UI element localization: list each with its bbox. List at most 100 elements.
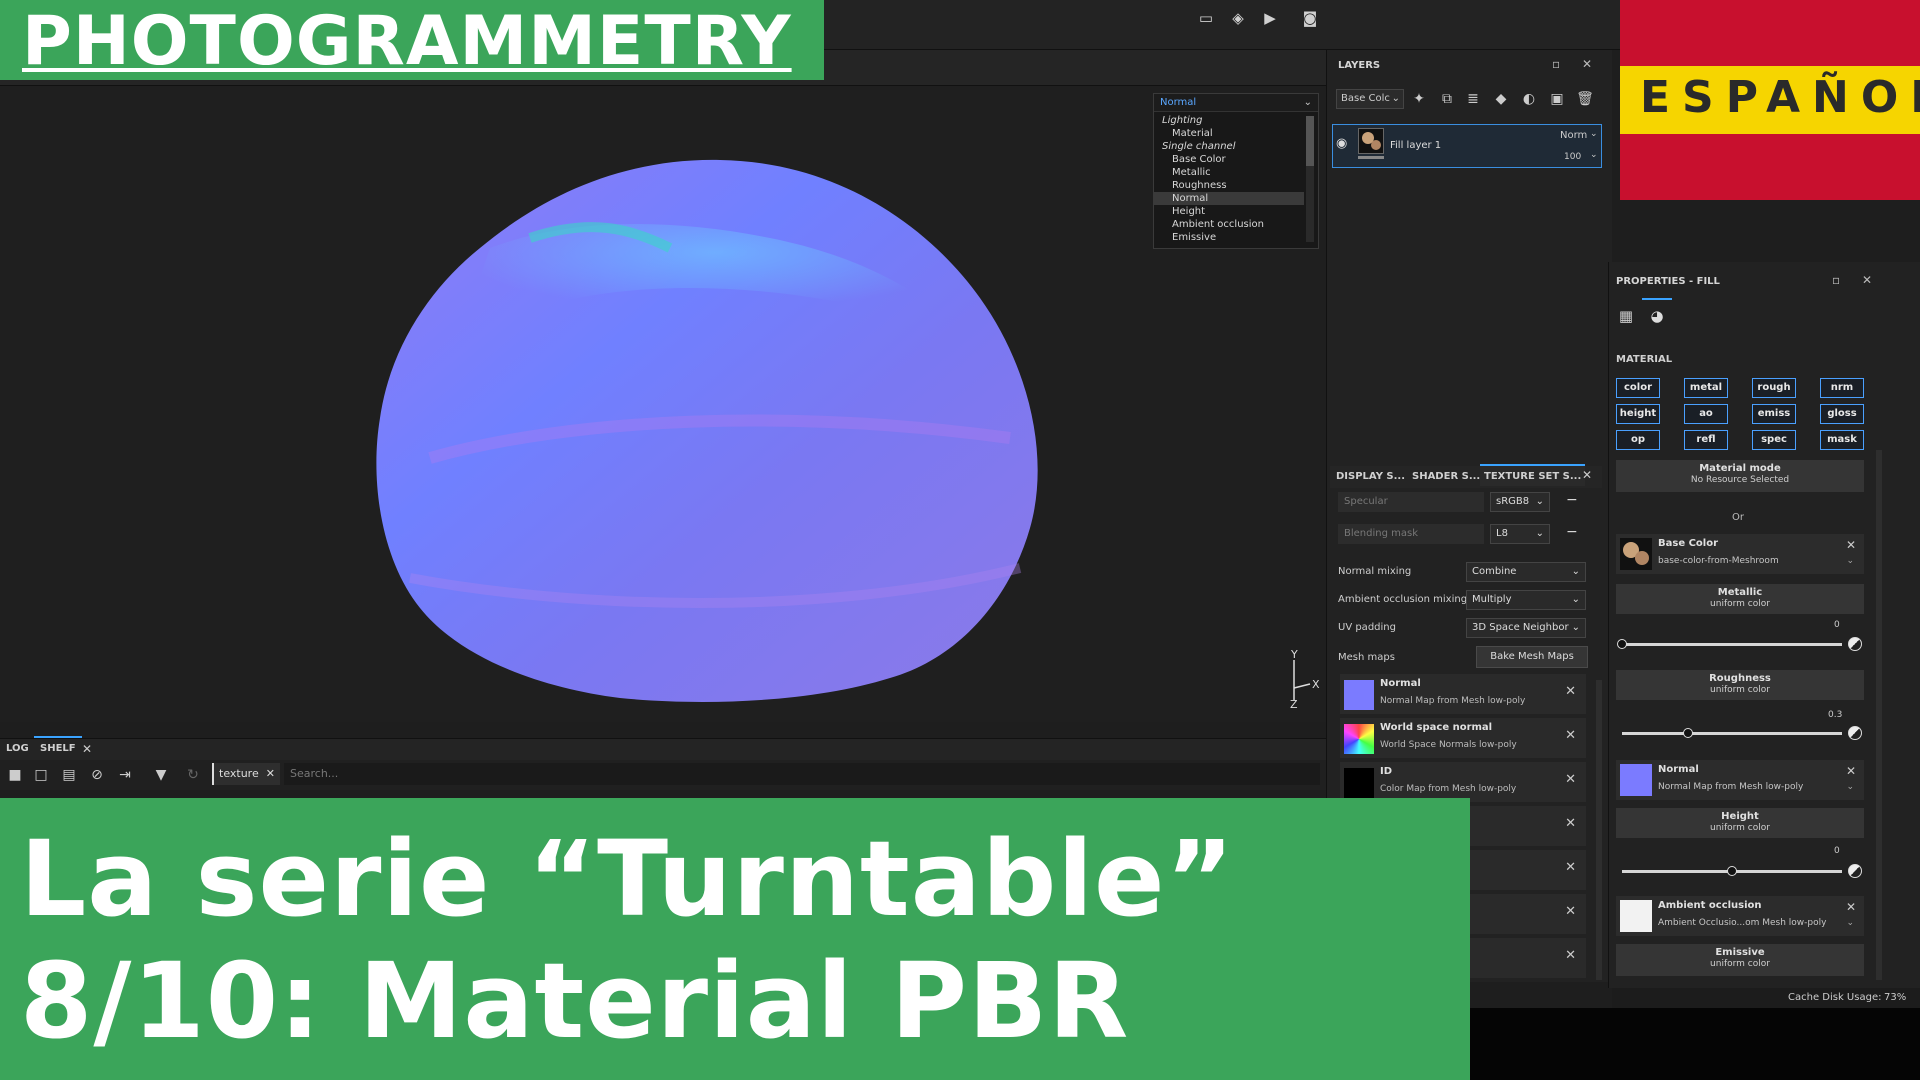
metallic-slider-handle[interactable] (1617, 639, 1627, 649)
properties-settings-icon[interactable]: ▦ (1612, 300, 1640, 332)
layer-opacity[interactable]: 100 (1564, 152, 1581, 162)
roughness-card[interactable]: Roughness uniform color (1616, 670, 1864, 700)
ao-resource[interactable]: Ambient occlusion Ambient Occlusio...om … (1616, 896, 1864, 936)
screenshot-camera-icon[interactable]: ◙ (1296, 6, 1324, 30)
close-icon[interactable]: ✕ (82, 738, 92, 760)
material-channel-emiss-button[interactable]: emiss (1752, 404, 1796, 424)
trash-icon[interactable]: 🗑 (1574, 89, 1596, 109)
close-icon[interactable]: ✕ (1582, 468, 1592, 482)
add-layer-icon[interactable]: ≣ (1462, 89, 1484, 109)
close-icon[interactable]: ✕ (1565, 948, 1576, 963)
magic-wand-icon[interactable]: ✦ (1408, 89, 1430, 109)
shelf-search-input[interactable]: Search... (284, 763, 1320, 785)
channel-option[interactable]: Normal (1154, 192, 1304, 205)
import-icon[interactable]: ⇥ (114, 764, 136, 786)
chevron-down-icon[interactable]: ⌄ (1846, 918, 1854, 928)
height-slider-handle[interactable] (1727, 866, 1737, 876)
channel-option[interactable]: Base Color (1154, 153, 1304, 166)
layer-channel-select[interactable]: Base Colc ⌄ (1336, 89, 1404, 109)
material-channel-ao-button[interactable]: ao (1684, 404, 1728, 424)
close-icon[interactable]: ✕ (1582, 57, 1592, 71)
viewport-channel-panel[interactable]: Normal ⌄ Lighting Material Single channel B… (1153, 93, 1319, 249)
metallic-card[interactable]: Metallic uniform color (1616, 584, 1864, 614)
tab-log[interactable]: LOG (6, 738, 29, 760)
channel-option[interactable]: Material (1154, 127, 1304, 140)
base-color-resource[interactable]: Base Color base-color-from-Meshroom ✕ ⌄ (1616, 534, 1864, 574)
close-icon[interactable]: ✕ (1565, 816, 1576, 831)
mask-icon[interactable]: ◐ (1518, 89, 1540, 109)
texture-set-scrollbar[interactable] (1596, 680, 1602, 980)
tab-shelf[interactable]: SHELF (34, 736, 82, 758)
close-icon[interactable]: ✕ (266, 763, 275, 785)
remove-channel-button[interactable]: − (1566, 524, 1578, 540)
mesh-map-card[interactable]: World space normal World Space Normals lo… (1340, 718, 1586, 758)
close-icon[interactable]: ✕ (1846, 764, 1856, 778)
color-picker-icon[interactable] (1848, 637, 1862, 651)
filter-chip[interactable]: texture ✕ (212, 763, 280, 785)
layer-blend-mode[interactable]: Norm (1560, 130, 1587, 141)
layer-name[interactable]: Fill layer 1 (1390, 140, 1441, 151)
emissive-card[interactable]: Emissive uniform color (1616, 944, 1864, 976)
uv-padding-select[interactable]: 3D Space Neighbor ⌄ (1466, 618, 1586, 638)
channel-option[interactable]: Roughness (1154, 179, 1304, 192)
chevron-down-icon[interactable]: ⌄ (1846, 556, 1854, 566)
filter-icon[interactable]: ▼ (150, 764, 172, 786)
material-channel-spec-button[interactable]: spec (1752, 430, 1796, 450)
close-icon[interactable]: ✕ (1565, 904, 1576, 919)
material-channel-gloss-button[interactable]: gloss (1820, 404, 1864, 424)
properties-scrollbar[interactable] (1876, 450, 1882, 980)
roughness-slider[interactable] (1622, 732, 1842, 735)
material-sphere-icon[interactable]: ◕ (1642, 298, 1672, 332)
chevron-down-icon[interactable]: ⌄ (1846, 782, 1854, 792)
channel-option[interactable]: Metallic (1154, 166, 1304, 179)
material-channel-height-button[interactable]: height (1616, 404, 1660, 424)
close-icon[interactable]: ✕ (1565, 684, 1576, 699)
mesh-map-card[interactable]: Normal Normal Map from Mesh low-poly ✕ (1340, 674, 1586, 714)
ao-mixing-select[interactable]: Multiply ⌄ (1466, 590, 1586, 610)
frame-icon[interactable]: ▭ (1192, 6, 1220, 30)
tab-display-settings[interactable]: DISPLAY S... (1336, 466, 1405, 488)
eye-icon[interactable]: ◉ (1336, 136, 1347, 151)
normal-resource[interactable]: Normal Normal Map from Mesh low-poly ✕ ⌄ (1616, 760, 1864, 800)
close-icon[interactable]: ✕ (1846, 900, 1856, 914)
hide-icon[interactable]: ⊘ (86, 764, 108, 786)
folder-add-icon[interactable]: ▣ (1546, 89, 1568, 109)
refresh-icon[interactable]: ↻ (182, 764, 204, 786)
close-icon[interactable]: ✕ (1565, 728, 1576, 743)
folder-icon[interactable]: ■ (4, 764, 26, 786)
normal-mixing-select[interactable]: Combine ⌄ (1466, 562, 1586, 582)
channel-select[interactable]: Normal ⌄ (1154, 94, 1318, 112)
tab-texture-set-settings[interactable]: TEXTURE SET S... (1480, 464, 1586, 486)
close-icon[interactable]: ✕ (1565, 860, 1576, 875)
color-picker-icon[interactable] (1848, 864, 1862, 878)
material-channel-refl-button[interactable]: refl (1684, 430, 1728, 450)
channel-option[interactable]: Ambient occlusion (1154, 218, 1304, 231)
height-card[interactable]: Height uniform color (1616, 808, 1864, 838)
float-panel-icon[interactable]: ▫ (1552, 57, 1560, 71)
material-mode-card[interactable]: Material mode No Resource Selected (1616, 460, 1864, 492)
close-icon[interactable]: ✕ (1862, 273, 1872, 287)
channel-option[interactable]: Emissive (1154, 231, 1304, 244)
fill-bucket-icon[interactable]: ◆ (1490, 89, 1512, 109)
remove-channel-button[interactable]: − (1566, 492, 1578, 508)
channel-option[interactable]: Height (1154, 205, 1304, 218)
material-channel-op-button[interactable]: op (1616, 430, 1660, 450)
mesh-map-card[interactable]: ID Color Map from Mesh low-poly ✕ (1340, 762, 1586, 802)
cube-view-icon[interactable]: ◈ (1224, 6, 1252, 30)
archive-icon[interactable]: ▤ (58, 764, 80, 786)
material-channel-mask-button[interactable]: mask (1820, 430, 1864, 450)
add-effect-icon[interactable]: ⧉ (1436, 89, 1458, 109)
channel-scrollbar[interactable] (1306, 116, 1314, 242)
material-channel-color-button[interactable]: color (1616, 378, 1660, 398)
bake-mesh-maps-button[interactable]: Bake Mesh Maps (1476, 646, 1588, 668)
tab-shader-settings[interactable]: SHADER S... (1412, 466, 1480, 488)
material-channel-metal-button[interactable]: metal (1684, 378, 1728, 398)
camera-video-icon[interactable]: ▶ (1256, 6, 1284, 30)
material-channel-nrm-button[interactable]: nrm (1820, 378, 1864, 398)
new-item-icon[interactable]: □ (30, 764, 52, 786)
color-picker-icon[interactable] (1848, 726, 1862, 740)
float-panel-icon[interactable]: ▫ (1832, 273, 1840, 287)
metallic-slider[interactable] (1622, 643, 1842, 646)
blending-format-select[interactable]: L8 ⌄ (1490, 524, 1550, 544)
specular-format-select[interactable]: sRGB8 ⌄ (1490, 492, 1550, 512)
